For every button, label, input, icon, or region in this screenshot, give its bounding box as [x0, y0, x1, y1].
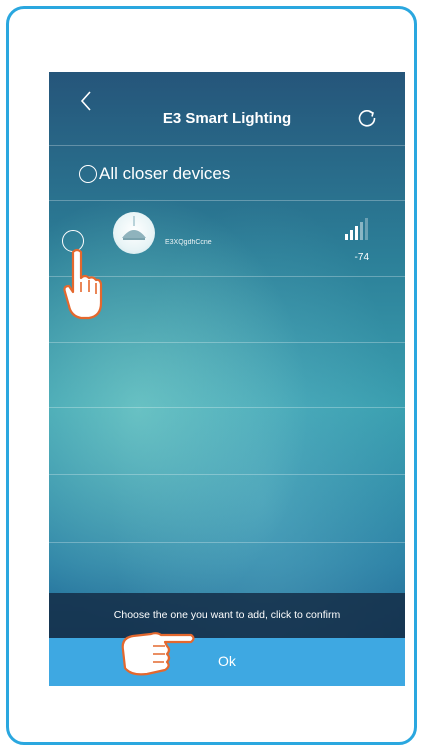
- phone-screen: E3 Smart Lighting All closer devices E3X…: [49, 72, 405, 686]
- page-title: E3 Smart Lighting: [162, 110, 292, 127]
- instruction-hint: Choose the one you want to add, click to…: [49, 593, 405, 638]
- ok-button[interactable]: Ok: [49, 638, 405, 686]
- ok-button-label: Ok: [218, 653, 236, 669]
- pointing-hand-icon: [117, 626, 197, 686]
- divider: [49, 407, 405, 408]
- divider: [49, 200, 405, 201]
- divider: [49, 474, 405, 475]
- signal-rssi: -74: [354, 252, 369, 263]
- refresh-icon[interactable]: [357, 108, 377, 128]
- divider: [49, 145, 405, 146]
- device-name: E3XQgdhCcne: [165, 239, 212, 246]
- lamp-avatar-icon: [113, 212, 155, 254]
- divider: [49, 542, 405, 543]
- signal-strength-icon: [343, 218, 373, 242]
- divider: [49, 342, 405, 343]
- select-all-radio[interactable]: [79, 165, 97, 183]
- select-all-label: All closer devices: [99, 164, 231, 183]
- pointing-hand-icon: [63, 248, 103, 327]
- nav-bar: E3 Smart Lighting: [49, 72, 405, 130]
